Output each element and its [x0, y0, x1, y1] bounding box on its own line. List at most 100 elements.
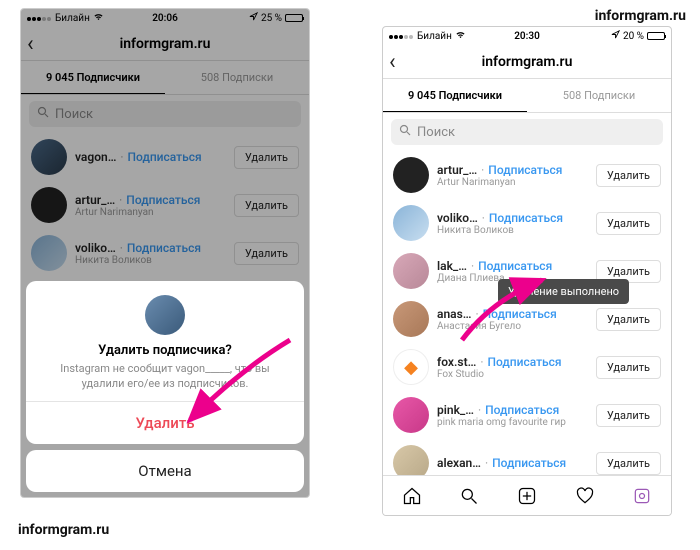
- status-bar: Билайн 20:30 20 %: [383, 27, 671, 45]
- status-time: 20:06: [152, 13, 178, 24]
- activity-icon[interactable]: [574, 485, 596, 507]
- tab-followers[interactable]: 9 045 Подписчики: [383, 79, 527, 112]
- phone-right: Билайн 20:30 20 % ‹ informgram.ru 9 045 …: [382, 26, 672, 516]
- subscribe-link[interactable]: Подписаться: [126, 193, 200, 207]
- username[interactable]: vagon…: [75, 150, 116, 164]
- username[interactable]: artur_…: [75, 193, 115, 207]
- subscribe-link[interactable]: Подписаться: [489, 211, 563, 225]
- remove-button[interactable]: Удалить: [596, 308, 661, 331]
- display-name: Artur Narimanyan: [437, 177, 588, 188]
- tabs: 9 045 Подписчики 508 Подписки: [21, 61, 309, 95]
- page-title: informgram.ru: [120, 36, 211, 52]
- list-item: pink_…·Подписаться pink maria omg favour…: [383, 391, 671, 439]
- tab-following[interactable]: 508 Подписки: [527, 79, 671, 112]
- list-item: artur_… · Подписаться Artur Narimanyan У…: [21, 181, 309, 229]
- bottom-nav: [383, 475, 671, 515]
- subscribe-link[interactable]: Подписаться: [488, 163, 562, 177]
- sheet-avatar: [145, 295, 185, 335]
- avatar[interactable]: [393, 157, 429, 193]
- toast-message: Удаление выполнено: [498, 279, 629, 304]
- avatar[interactable]: [31, 139, 67, 175]
- username[interactable]: fox.st…: [437, 355, 476, 369]
- profile-icon[interactable]: [631, 485, 653, 507]
- remove-button[interactable]: Удалить: [596, 212, 661, 235]
- remove-button[interactable]: Удалить: [234, 146, 299, 169]
- avatar[interactable]: [31, 187, 67, 223]
- tabs: 9 045 Подписчики 508 Подписки: [383, 79, 671, 113]
- display-name: Никита Воликов: [75, 255, 226, 266]
- followers-list: artur_…·Подписаться Artur Narimanyan Уда…: [383, 151, 671, 487]
- list-item: vagon… · Подписаться Удалить: [21, 133, 309, 181]
- username[interactable]: alexan…: [437, 456, 481, 470]
- username[interactable]: voliko…: [437, 211, 478, 225]
- sheet-message: Instagram не сообщит vagon_____, что вы …: [26, 362, 304, 401]
- subscribe-link[interactable]: Подписаться: [483, 307, 557, 321]
- sheet-cancel-button[interactable]: Отмена: [26, 450, 304, 492]
- display-name: Artur Narimanyan: [75, 207, 226, 218]
- display-name: Fox Studio: [437, 369, 588, 380]
- followers-list: vagon… · Подписаться Удалить artur_… · П…: [21, 133, 309, 277]
- signal-icon: [27, 13, 52, 24]
- battery-icon: [285, 14, 303, 22]
- nav-bar: ‹ informgram.ru: [21, 27, 309, 61]
- list-item: ◆ fox.st…·Подписаться Fox Studio Удалить: [383, 343, 671, 391]
- subscribe-link[interactable]: Подписаться: [492, 456, 566, 470]
- avatar[interactable]: [393, 301, 429, 337]
- username[interactable]: artur_…: [437, 163, 477, 177]
- username[interactable]: lak_…: [437, 259, 467, 273]
- subscribe-link[interactable]: Подписаться: [478, 259, 552, 273]
- add-icon[interactable]: [516, 485, 538, 507]
- remove-button[interactable]: Удалить: [234, 242, 299, 265]
- subscribe-link[interactable]: Подписаться: [128, 150, 202, 164]
- search-icon: [399, 124, 411, 140]
- list-item: artur_…·Подписаться Artur Narimanyan Уда…: [383, 151, 671, 199]
- username[interactable]: anas…: [437, 307, 471, 321]
- search-input[interactable]: Поиск: [391, 119, 663, 145]
- avatar[interactable]: [393, 397, 429, 433]
- location-icon: [611, 30, 620, 42]
- search-icon[interactable]: [458, 485, 480, 507]
- signal-icon: [389, 31, 414, 42]
- wifi-icon: [93, 12, 104, 24]
- search-placeholder: Поиск: [55, 107, 93, 122]
- battery-icon: [647, 32, 665, 40]
- list-item: voliko…·Подписаться Никита Воликов Удали…: [383, 199, 671, 247]
- page-title: informgram.ru: [482, 54, 573, 70]
- display-name: Анастасия Бугело: [437, 321, 588, 332]
- status-bar: Билайн 20:06 25 %: [21, 9, 309, 27]
- remove-button[interactable]: Удалить: [596, 356, 661, 379]
- battery-percent: 20 %: [623, 31, 644, 42]
- battery-percent: 25 %: [261, 13, 282, 24]
- sheet-title: Удалить подписчика?: [26, 343, 304, 358]
- display-name: Никита Воликов: [437, 225, 588, 236]
- username[interactable]: pink_…: [437, 403, 474, 417]
- tab-following[interactable]: 508 Подписки: [165, 61, 309, 94]
- watermark-top: informgram.ru: [595, 8, 686, 24]
- tab-followers[interactable]: 9 045 Подписчики: [21, 61, 165, 94]
- search-icon: [37, 106, 49, 122]
- remove-button[interactable]: Удалить: [234, 194, 299, 217]
- watermark-bottom: informgram.ru: [18, 522, 109, 538]
- home-icon[interactable]: [401, 485, 423, 507]
- remove-button[interactable]: Удалить: [596, 452, 661, 475]
- avatar[interactable]: ◆: [393, 349, 429, 385]
- search-input[interactable]: Поиск: [29, 101, 301, 127]
- wifi-icon: [455, 30, 466, 42]
- avatar[interactable]: [393, 205, 429, 241]
- remove-button[interactable]: Удалить: [596, 164, 661, 187]
- list-item: voliko… · Подписаться Никита Воликов Уда…: [21, 229, 309, 277]
- action-sheet: Удалить подписчика? Instagram не сообщит…: [26, 281, 304, 492]
- subscribe-link[interactable]: Подписаться: [485, 403, 559, 417]
- carrier-label: Билайн: [55, 13, 90, 24]
- subscribe-link[interactable]: Подписаться: [487, 355, 561, 369]
- back-icon[interactable]: ‹: [389, 49, 396, 74]
- sheet-delete-button[interactable]: Удалить: [26, 402, 304, 444]
- avatar[interactable]: [31, 235, 67, 271]
- nav-bar: ‹ informgram.ru: [383, 45, 671, 79]
- remove-button[interactable]: Удалить: [596, 404, 661, 427]
- subscribe-link[interactable]: Подписаться: [127, 241, 201, 255]
- back-icon[interactable]: ‹: [27, 31, 34, 56]
- avatar[interactable]: [393, 253, 429, 289]
- username[interactable]: voliko…: [75, 241, 116, 255]
- search-placeholder: Поиск: [417, 125, 455, 140]
